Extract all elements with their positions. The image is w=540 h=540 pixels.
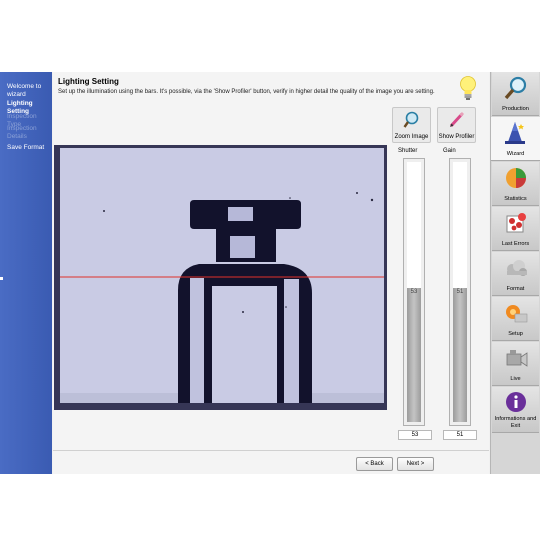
nav-format[interactable]: Format <box>492 252 539 296</box>
zoom-magnifier-icon <box>403 111 419 128</box>
nav-informations-exit-label: Informations and Exit <box>494 416 537 429</box>
shutter-level-number: 53 <box>410 289 418 295</box>
page-description: Set up the illumination using the bars. … <box>58 89 435 95</box>
shutter-slider-empty <box>407 162 421 289</box>
wizard-content: Lighting Setting Set up the illumination… <box>53 72 489 474</box>
nav-production[interactable]: Production <box>492 72 539 116</box>
nav-statistics-label: Statistics <box>504 195 527 202</box>
magnifier-icon <box>504 76 527 100</box>
nav-wizard-label: Wizard <box>506 150 525 157</box>
footer-divider <box>53 450 489 451</box>
next-button[interactable]: Next > <box>397 457 434 471</box>
nav-format-label: Format <box>506 285 525 292</box>
wizard-step-inspection-type: Inspection Type <box>7 113 37 128</box>
nav-live[interactable]: Live <box>492 342 539 386</box>
nav-live-label: Live <box>510 375 521 382</box>
zoom-image-label: Zoom Image <box>394 134 429 140</box>
nav-wizard[interactable]: Wizard <box>491 117 540 161</box>
errors-icon <box>506 213 526 233</box>
gain-label: Gain <box>443 148 456 154</box>
gain-slider-fill: 51 <box>453 288 467 422</box>
nav-informations-exit[interactable]: Informations and Exit <box>492 387 539 433</box>
wizard-hat-icon <box>505 122 525 144</box>
nav-last-errors[interactable]: Last Errors <box>492 207 539 251</box>
zoom-image-button[interactable]: Zoom Image <box>392 107 431 143</box>
shutter-value-field[interactable]: 53 <box>398 430 432 440</box>
application-window: Welcome to wizard Lighting Setting Inspe… <box>0 72 540 474</box>
gain-level-number: 51 <box>456 289 464 295</box>
main-navigation-panel: Production Wizard Statistics Last Errors… <box>490 72 540 474</box>
shutter-label: Shutter <box>398 148 418 154</box>
nav-setup[interactable]: Setup <box>492 297 539 341</box>
wizard-step-welcome[interactable]: Welcome to wizard <box>0 83 52 100</box>
camera-image-view[interactable] <box>54 145 387 410</box>
wizard-step-inspection-details: Inspection Details <box>7 125 37 140</box>
gain-value-field[interactable]: 51 <box>443 430 477 440</box>
nav-setup-label: Setup <box>508 330 523 337</box>
vial-image <box>60 148 384 403</box>
nav-last-errors-label: Last Errors <box>501 240 530 247</box>
profiler-pencil-icon <box>449 111 465 128</box>
nav-statistics[interactable]: Statistics <box>492 162 539 206</box>
info-icon <box>506 392 526 412</box>
format-icon <box>507 260 527 276</box>
lightbulb-icon <box>460 76 476 100</box>
wizard-steps-sidebar: Welcome to wizard Lighting Setting Inspe… <box>0 72 52 474</box>
gain-slider-empty <box>453 162 467 289</box>
camera-icon <box>506 350 528 367</box>
shutter-slider[interactable]: 53 <box>403 158 425 426</box>
show-profiler-button[interactable]: Show Profiler <box>437 107 476 143</box>
setup-icon <box>506 305 528 323</box>
nav-production-label: Production <box>502 105 529 112</box>
gain-slider[interactable]: 51 <box>449 158 471 426</box>
back-button[interactable]: < Back <box>356 457 393 471</box>
show-profiler-label: Show Profiler <box>438 134 475 140</box>
shutter-slider-fill: 53 <box>407 288 421 422</box>
pie-chart-icon <box>506 168 526 188</box>
sidebar-grip <box>0 277 3 280</box>
wizard-step-lighting[interactable]: Lighting Setting <box>0 100 52 115</box>
page-title: Lighting Setting <box>58 77 119 86</box>
wizard-step-save-format[interactable]: Save Format <box>0 144 52 152</box>
